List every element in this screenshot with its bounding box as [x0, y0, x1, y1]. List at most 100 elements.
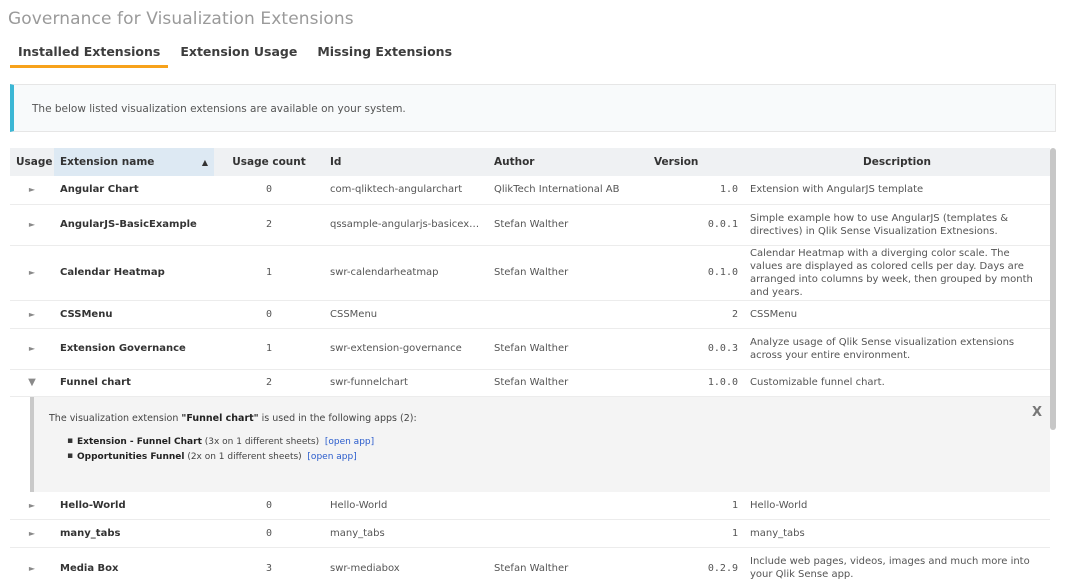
- extension-id: many_tabs: [324, 519, 488, 548]
- extension-name: Angular Chart: [54, 176, 214, 205]
- extension-id: qssample-angularjs-basicexam...: [324, 204, 488, 246]
- extension-author: [488, 519, 648, 548]
- extension-name: Funnel chart: [54, 369, 214, 397]
- table-row[interactable]: ► many_tabs 0 many_tabs 1 many_tabs: [10, 519, 1050, 548]
- chevron-right-icon[interactable]: ►: [10, 300, 54, 329]
- usage-detail-extension-name: "Funnel chart": [181, 412, 259, 424]
- chevron-right-icon[interactable]: ►: [10, 519, 54, 548]
- extension-name: Calendar Heatmap: [54, 245, 214, 301]
- extension-version: 2: [648, 300, 744, 329]
- usage-count: 0: [214, 519, 324, 548]
- extension-version: 0.2.9: [648, 547, 744, 581]
- extension-author: QlikTech International AB: [488, 176, 648, 205]
- table-row[interactable]: ► Calendar Heatmap 1 swr-calendarheatmap…: [10, 245, 1050, 301]
- extension-description: Analyze usage of Qlik Sense visualizatio…: [744, 328, 1050, 370]
- extension-name: Media Box: [54, 547, 214, 581]
- column-header-extension-name-label: Extension name: [60, 156, 155, 168]
- table-scrollbar[interactable]: [1050, 148, 1056, 430]
- usage-detail-intro-suffix: is used in the following apps (2):: [258, 412, 417, 424]
- table-row[interactable]: ► Extension Governance 1 swr-extension-g…: [10, 328, 1050, 370]
- extension-description: Simple example how to use AngularJS (tem…: [744, 204, 1050, 246]
- column-header-extension-name[interactable]: Extension name ▲: [54, 148, 214, 176]
- extension-name: many_tabs: [54, 519, 214, 548]
- table-row[interactable]: ► CSSMenu 0 CSSMenu 2 CSSMenu: [10, 300, 1050, 329]
- usage-count: 1: [214, 328, 324, 370]
- usage-detail-intro-prefix: The visualization extension: [49, 412, 182, 424]
- app-usage: (3x on 1 different sheets): [201, 436, 320, 447]
- column-header-version[interactable]: Version: [648, 148, 744, 176]
- extension-author: Stefan Walther: [488, 204, 648, 246]
- usage-count: 0: [214, 491, 324, 520]
- extension-author: [488, 300, 648, 329]
- usage-count: 1: [214, 245, 324, 301]
- app-usage: (2x on 1 different sheets): [184, 451, 302, 462]
- tab-installed-extensions[interactable]: Installed Extensions: [10, 42, 169, 68]
- extension-author: [488, 491, 648, 520]
- extension-id: swr-mediabox: [324, 547, 488, 581]
- chevron-right-icon[interactable]: ►: [10, 547, 54, 581]
- app-list: Extension - Funnel Chart (3x on 1 differ…: [67, 436, 1050, 462]
- table-row[interactable]: ► Angular Chart 0 com-qliktech-angularch…: [10, 176, 1050, 205]
- extension-description: Hello-World: [744, 491, 1050, 520]
- extension-name: CSSMenu: [54, 300, 214, 329]
- list-item: Extension - Funnel Chart (3x on 1 differ…: [67, 436, 1050, 447]
- usage-count: 3: [214, 547, 324, 581]
- open-app-link[interactable]: [open app]: [325, 437, 374, 447]
- close-icon[interactable]: X: [1032, 405, 1042, 420]
- extensions-table: Usage Extension name ▲ Usage count Id Au…: [10, 148, 1050, 581]
- table-header-row: Usage Extension name ▲ Usage count Id Au…: [10, 148, 1050, 176]
- extension-name: Hello-World: [54, 491, 214, 520]
- chevron-right-icon[interactable]: ►: [10, 491, 54, 520]
- extensions-table-container: Usage Extension name ▲ Usage count Id Au…: [10, 148, 1050, 581]
- app-name: Opportunities Funnel: [77, 451, 185, 462]
- usage-count: 2: [214, 204, 324, 246]
- column-header-usage-count[interactable]: Usage count: [214, 148, 324, 176]
- extension-author: Stefan Walther: [488, 369, 648, 397]
- extension-id: Hello-World: [324, 491, 488, 520]
- extension-description: many_tabs: [744, 519, 1050, 548]
- open-app-link[interactable]: [open app]: [307, 452, 356, 462]
- chevron-right-icon[interactable]: ►: [10, 204, 54, 246]
- list-item: Opportunities Funnel (2x on 1 different …: [67, 451, 1050, 462]
- chevron-right-icon[interactable]: ►: [10, 328, 54, 370]
- column-header-id[interactable]: Id: [324, 148, 488, 176]
- table-row[interactable]: ► Media Box 3 swr-mediabox Stefan Walthe…: [10, 547, 1050, 581]
- table-row[interactable]: ► AngularJS-BasicExample 2 qssample-angu…: [10, 204, 1050, 246]
- extension-description: Customizable funnel chart.: [744, 369, 1050, 397]
- extension-id: com-qliktech-angularchart: [324, 176, 488, 205]
- usage-detail-cell: X The visualization extension "Funnel ch…: [10, 396, 1050, 492]
- column-header-description[interactable]: Description: [744, 148, 1050, 176]
- sort-ascending-icon: ▲: [201, 158, 208, 167]
- extension-description: Calendar Heatmap with a diverging color …: [744, 245, 1050, 301]
- tab-extension-usage[interactable]: Extension Usage: [172, 42, 305, 68]
- extension-version: 1.0: [648, 176, 744, 205]
- chevron-right-icon[interactable]: ►: [10, 176, 54, 205]
- usage-count: 0: [214, 176, 324, 205]
- tab-missing-extensions[interactable]: Missing Extensions: [309, 42, 460, 68]
- extension-version: 1: [648, 491, 744, 520]
- extension-author: Stefan Walther: [488, 547, 648, 581]
- table-row[interactable]: ► Hello-World 0 Hello-World 1 Hello-Worl…: [10, 491, 1050, 520]
- app-name: Extension - Funnel Chart: [77, 436, 202, 447]
- column-header-author[interactable]: Author: [488, 148, 648, 176]
- usage-detail-panel: X The visualization extension "Funnel ch…: [30, 396, 1050, 492]
- chevron-down-icon[interactable]: ▼: [10, 369, 54, 397]
- tab-bar: Installed Extensions Extension Usage Mis…: [10, 42, 464, 68]
- extension-version: 1: [648, 519, 744, 548]
- extension-version: 0.0.1: [648, 204, 744, 246]
- usage-detail-intro: The visualization extension "Funnel char…: [49, 413, 1050, 424]
- usage-count: 0: [214, 300, 324, 329]
- info-message: The below listed visualization extension…: [10, 84, 1056, 132]
- extension-version: 0.0.3: [648, 328, 744, 370]
- table-row-expanded[interactable]: ▼ Funnel chart 2 swr-funnelchart Stefan …: [10, 369, 1050, 397]
- extension-name: Extension Governance: [54, 328, 214, 370]
- extension-author: Stefan Walther: [488, 245, 648, 301]
- extension-description: Extension with AngularJS template: [744, 176, 1050, 205]
- extension-version: 0.1.0: [648, 245, 744, 301]
- column-header-usage[interactable]: Usage: [10, 148, 54, 176]
- extension-id: swr-calendarheatmap: [324, 245, 488, 301]
- extension-id: swr-extension-governance: [324, 328, 488, 370]
- extension-id: CSSMenu: [324, 300, 488, 329]
- chevron-right-icon[interactable]: ►: [10, 245, 54, 301]
- usage-count: 2: [214, 369, 324, 397]
